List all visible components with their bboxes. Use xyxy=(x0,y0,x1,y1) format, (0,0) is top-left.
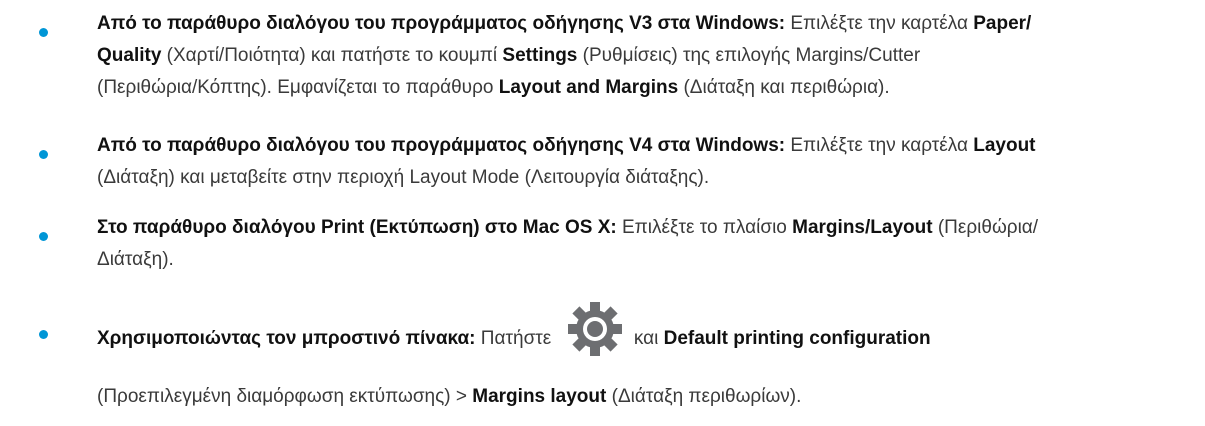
bold-text: Default printing configuration xyxy=(663,328,931,349)
body-text: Επιλέξτε το πλαίσιο xyxy=(616,217,793,238)
text-line: (Περιθώρια/Κόπτης). Εμφανίζεται το παράθ… xyxy=(97,72,1195,104)
text-line: (Προεπιλεγμένη διαμόρφωση εκτύπωσης) > M… xyxy=(97,368,1195,426)
body-text: (Ρυθμίσεις) της επιλογής Margins/Cutter xyxy=(577,45,921,66)
bold-text: Settings xyxy=(502,45,578,66)
body-text: (Διάταξη) και μεταβείτε στην περιοχή Lay… xyxy=(97,167,710,188)
body-text: (Διάταξη και περιθώρια). xyxy=(678,77,890,98)
bullet-icon xyxy=(39,150,48,159)
body-text: (Περιθώρια/ xyxy=(932,217,1039,238)
body-text: και xyxy=(628,328,664,349)
instruction-list: Από το παράθυρο διαλόγου του προγράμματο… xyxy=(0,0,1205,420)
bold-text: Χρησιμοποιώντας τον μπροστινό πίνακα: xyxy=(97,328,476,349)
body-text: (Χαρτί/Ποιότητα) και πατήστε το κουμπί xyxy=(161,45,503,66)
text-line: Από το παράθυρο διαλόγου του προγράμματο… xyxy=(97,8,1195,40)
text-line: Quality (Χαρτί/Ποιότητα) και πατήστε το … xyxy=(97,40,1195,72)
body-text: Επιλέξτε την καρτέλα xyxy=(785,13,974,34)
bullet-icon xyxy=(39,330,48,339)
bold-text: Στο παράθυρο διαλόγου Print (Εκτύπωση) σ… xyxy=(97,217,617,238)
bullet-icon xyxy=(39,232,48,241)
text-line: Χρησιμοποιώντας τον μπροστινό πίνακα: Πα… xyxy=(97,301,1195,368)
body-text: (Διάταξη περιθωρίων). xyxy=(606,386,802,407)
body-text: (Προεπιλεγμένη διαμόρφωση εκτύπωσης) > xyxy=(97,386,473,407)
bold-text: Layout and Margins xyxy=(498,77,679,98)
text-line: Από το παράθυρο διαλόγου του προγράμματο… xyxy=(97,130,1195,162)
bold-text: Από το παράθυρο διαλόγου του προγράμματο… xyxy=(97,135,786,156)
text-line: Διάταξη). xyxy=(97,244,1195,276)
list-item-text: Στο παράθυρο διαλόγου Print (Εκτύπωση) σ… xyxy=(97,212,1195,276)
settings-gear-icon xyxy=(567,301,622,356)
body-text: (Περιθώρια/Κόπτης). Εμφανίζεται το παράθ… xyxy=(97,77,499,98)
body-text: Επιλέξτε την καρτέλα xyxy=(785,135,974,156)
bullet-icon xyxy=(39,28,48,37)
list-item-text: Χρησιμοποιώντας τον μπροστινό πίνακα: Πα… xyxy=(97,301,1195,426)
text-line: (Διάταξη) και μεταβείτε στην περιοχή Lay… xyxy=(97,162,1195,194)
bold-text: Από το παράθυρο διαλόγου του προγράμματο… xyxy=(97,13,786,34)
body-text: Διάταξη). xyxy=(97,249,174,270)
bold-text: Quality xyxy=(97,45,162,66)
bold-text: Layout xyxy=(973,135,1036,156)
bold-text: Paper/ xyxy=(973,13,1032,34)
bold-text: Margins/Layout xyxy=(792,217,933,238)
text-line: Στο παράθυρο διαλόγου Print (Εκτύπωση) σ… xyxy=(97,212,1195,244)
bold-text: Margins layout xyxy=(472,386,607,407)
list-item-text: Από το παράθυρο διαλόγου του προγράμματο… xyxy=(97,130,1195,194)
body-text: Πατήστε xyxy=(475,328,557,349)
list-item-text: Από το παράθυρο διαλόγου του προγράμματο… xyxy=(97,8,1195,104)
